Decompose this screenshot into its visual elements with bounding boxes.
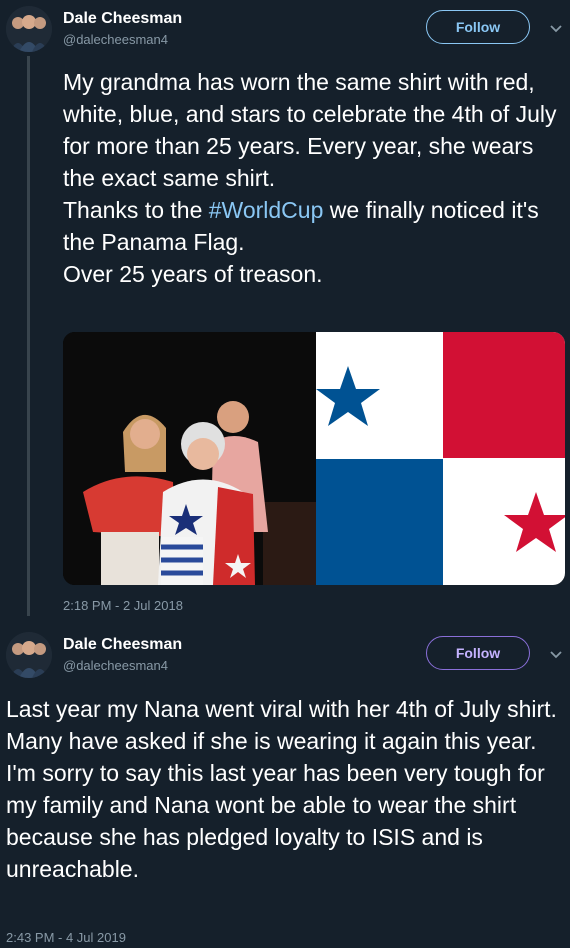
media-attachment[interactable] [63, 332, 565, 585]
avatar[interactable] [6, 6, 52, 52]
tweet: Dale Cheesman @dalecheesman4 Follow My g… [0, 0, 570, 622]
chevron-down-icon[interactable] [549, 648, 563, 662]
chevron-down-icon[interactable] [549, 22, 563, 36]
author-handle[interactable]: @dalecheesman4 [63, 32, 168, 47]
timestamp[interactable]: 2:43 PM - 4 Jul 2019 [6, 930, 126, 945]
author-name[interactable]: Dale Cheesman [63, 10, 182, 28]
hashtag-link[interactable]: #WorldCup [209, 197, 324, 223]
author-handle[interactable]: @dalecheesman4 [63, 658, 168, 673]
thread-line [27, 56, 30, 616]
avatar-image [6, 6, 52, 52]
follow-button[interactable]: Follow [426, 636, 530, 670]
author-name[interactable]: Dale Cheesman [63, 636, 182, 654]
avatar[interactable] [6, 632, 52, 678]
tweet: Dale Cheesman @dalecheesman4 Follow Last… [0, 622, 570, 948]
avatar-image [6, 632, 52, 678]
follow-button[interactable]: Follow [426, 10, 530, 44]
tweet-text: My grandma has worn the same shirt with … [63, 66, 563, 290]
timestamp[interactable]: 2:18 PM - 2 Jul 2018 [63, 598, 183, 613]
panama-flag[interactable] [316, 332, 565, 585]
grandma-family-photo[interactable] [63, 332, 316, 585]
tweet-text: Last year my Nana went viral with her 4t… [6, 696, 557, 882]
